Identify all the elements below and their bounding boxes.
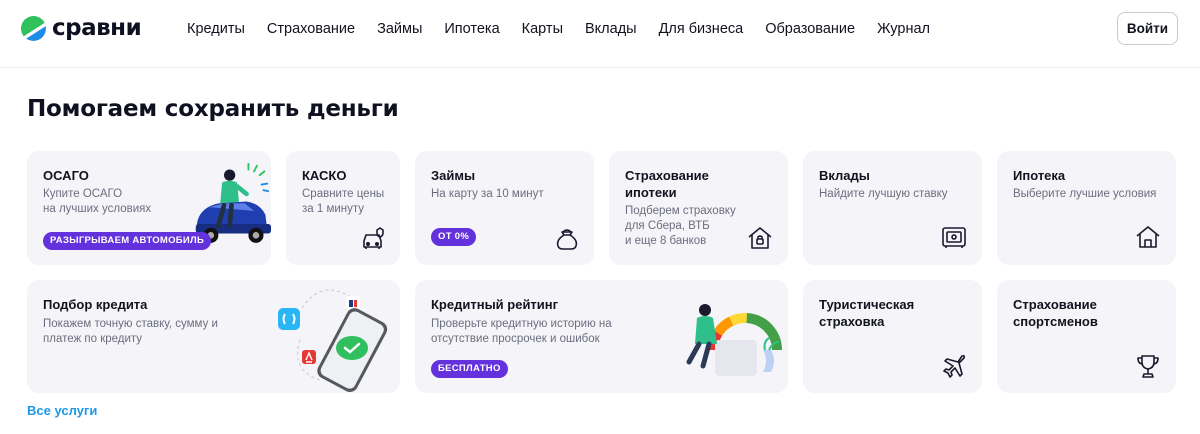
card-title: страховка <box>819 314 885 329</box>
badge-free: БЕСПЛАТНО <box>431 360 508 378</box>
card-subtitle: На карту за 10 минут <box>431 188 544 200</box>
phone-banks-illustration <box>278 289 388 392</box>
all-services-link[interactable]: Все услуги <box>27 403 97 418</box>
card-title: Страхование <box>1013 297 1097 312</box>
logo-text: сравни <box>52 15 142 41</box>
nav-item-journal[interactable]: Журнал <box>877 20 930 38</box>
card-subtitle: Проверьте кредитную историю на <box>431 318 612 330</box>
safe-icon <box>940 223 968 251</box>
logo-icon <box>21 16 46 41</box>
card-travel-insurance[interactable]: Туристическая страховка <box>803 280 982 393</box>
card-credit-rating[interactable]: Кредитный рейтинг Проверьте кредитную ис… <box>415 280 788 393</box>
card-subtitle: Покажем точную ставку, сумму и <box>43 318 218 330</box>
card-subtitle: и еще 8 банков <box>625 235 707 247</box>
card-loans[interactable]: Займы На карту за 10 минут ОТ 0% <box>415 151 594 265</box>
card-subtitle: платеж по кредиту <box>43 333 143 345</box>
card-title: ОСАГО <box>43 168 89 183</box>
card-title: Ипотека <box>1013 168 1066 183</box>
card-subtitle: за 1 минуту <box>302 203 365 215</box>
card-subtitle: Подберем страховку <box>625 205 736 217</box>
nav-item-credits[interactable]: Кредиты <box>187 20 245 38</box>
nav-item-loans[interactable]: Займы <box>377 20 422 38</box>
card-title: Вклады <box>819 168 870 183</box>
card-subtitle: Найдите лучшую ставку <box>819 188 948 200</box>
credit-score-illustration <box>686 304 782 376</box>
card-deposits[interactable]: Вклады Найдите лучшую ставку <box>803 151 982 265</box>
login-button[interactable]: Войти <box>1117 12 1178 45</box>
trophy-icon <box>1134 352 1162 380</box>
nav-item-cards[interactable]: Карты <box>522 20 563 38</box>
car-icon <box>360 224 388 252</box>
nav-item-education[interactable]: Образование <box>765 20 855 38</box>
page-title: Помогаем сохранить деньги <box>27 96 399 122</box>
airplane-icon <box>940 352 968 380</box>
house-shield-icon <box>746 224 774 252</box>
card-title: Страхование <box>625 168 709 183</box>
site-header: сравни Кредиты Страхование Займы Ипотека… <box>0 0 1200 68</box>
card-subtitle: Сравните цены <box>302 188 385 200</box>
card-subtitle: отсутствие просрочек и ошибок <box>431 333 600 345</box>
house-icon <box>1134 223 1162 251</box>
money-bag-icon <box>553 224 581 252</box>
card-title: Туристическая <box>819 297 915 312</box>
nav-item-deposits[interactable]: Вклады <box>585 20 637 38</box>
logo[interactable]: сравни <box>21 15 142 41</box>
nav-item-business[interactable]: Для бизнеса <box>659 20 744 38</box>
card-kasko[interactable]: КАСКО Сравните цены за 1 минуту <box>286 151 400 265</box>
card-subtitle: Выберите лучшие условия <box>1013 188 1157 200</box>
card-mortgage-insurance[interactable]: Страхование ипотеки Подберем страховку д… <box>609 151 788 265</box>
card-title: Займы <box>431 168 476 183</box>
badge-zero-percent: ОТ 0% <box>431 228 477 246</box>
card-sport-insurance[interactable]: Страхование спортсменов <box>997 280 1176 393</box>
nav-item-insurance[interactable]: Страхование <box>267 20 355 38</box>
main-nav: Кредиты Страхование Займы Ипотека Карты … <box>187 20 952 38</box>
nav-item-mortgage[interactable]: Ипотека <box>444 20 499 38</box>
card-title: ипотеки <box>625 185 677 200</box>
card-title: Кредитный рейтинг <box>431 297 559 312</box>
badge-car-giveaway: РАЗЫГРЫВАЕМ АВТОМОБИЛЬ <box>43 232 212 250</box>
card-mortgage[interactable]: Ипотека Выберите лучшие условия <box>997 151 1176 265</box>
card-title: спортсменов <box>1013 314 1098 329</box>
card-title: Подбор кредита <box>43 297 148 312</box>
card-title: КАСКО <box>302 168 347 183</box>
card-osago[interactable]: ОСАГО Купите ОСАГО на лучших условиях РА… <box>27 151 271 265</box>
card-credit-selection[interactable]: Подбор кредита Покажем точную ставку, су… <box>27 280 400 393</box>
card-subtitle: Купите ОСАГО <box>43 188 123 200</box>
card-subtitle: на лучших условиях <box>43 203 152 215</box>
card-subtitle: для Сбера, ВТБ <box>625 220 710 232</box>
